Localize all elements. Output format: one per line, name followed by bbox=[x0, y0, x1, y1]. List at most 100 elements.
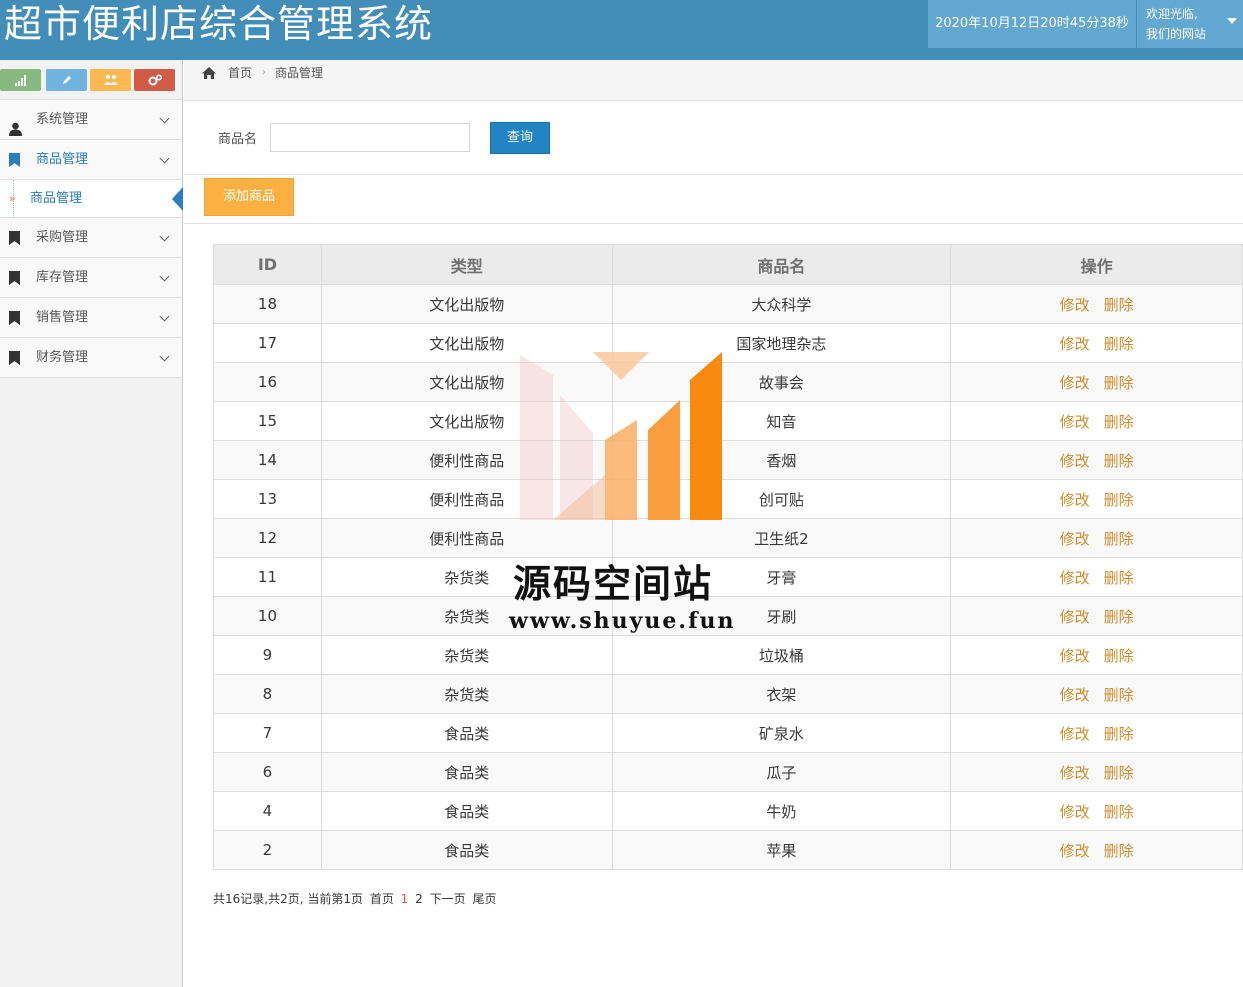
sidebar-subitem-product-management[interactable]: » 商品管理 bbox=[0, 180, 183, 218]
cell-id: 2 bbox=[213, 830, 322, 870]
cogs-shortcut-button[interactable] bbox=[134, 69, 175, 91]
caret-down-icon bbox=[1227, 18, 1237, 24]
edit-link[interactable]: 修改 bbox=[1060, 491, 1090, 509]
sidebar-item-sales[interactable]: 销售管理 bbox=[0, 298, 182, 338]
column-header-name: 商品名 bbox=[611, 244, 952, 285]
table-row: 4 食品类 牛奶 修改 删除 bbox=[213, 791, 1243, 831]
table-row: 12 便利性商品 卫生纸2 修改 删除 bbox=[213, 518, 1243, 558]
cell-actions: 修改 删除 bbox=[950, 401, 1243, 441]
pencil-shortcut-button[interactable] bbox=[46, 69, 87, 91]
edit-link[interactable]: 修改 bbox=[1060, 569, 1090, 587]
signal-shortcut-button[interactable] bbox=[0, 69, 41, 91]
delete-link[interactable]: 删除 bbox=[1104, 647, 1134, 665]
cell-actions: 修改 删除 bbox=[950, 323, 1243, 363]
table-row: 7 食品类 矿泉水 修改 删除 bbox=[213, 713, 1243, 753]
app-title: 超市便利店综合管理系统 bbox=[4, 2, 434, 46]
breadcrumb-home-link[interactable]: 首页 bbox=[228, 60, 252, 86]
edit-link[interactable]: 修改 bbox=[1060, 296, 1090, 314]
sidebar-item-label: 财务管理 bbox=[36, 350, 89, 365]
delete-link[interactable]: 删除 bbox=[1104, 452, 1134, 470]
cell-id: 7 bbox=[213, 713, 322, 753]
sidebar-item-finance[interactable]: 财务管理 bbox=[0, 338, 182, 378]
delete-link[interactable]: 删除 bbox=[1104, 725, 1134, 743]
cell-type: 食品类 bbox=[320, 752, 613, 792]
cell-actions: 修改 删除 bbox=[950, 440, 1243, 480]
cell-id: 4 bbox=[213, 791, 322, 831]
edit-link[interactable]: 修改 bbox=[1060, 803, 1090, 821]
last-page-link[interactable]: 尾页 bbox=[472, 892, 496, 906]
edit-link[interactable]: 修改 bbox=[1060, 647, 1090, 665]
delete-link[interactable]: 删除 bbox=[1104, 608, 1134, 626]
cell-actions: 修改 删除 bbox=[950, 635, 1243, 675]
table-row: 13 便利性商品 创可贴 修改 删除 bbox=[213, 479, 1243, 519]
sidebar-item-label: 销售管理 bbox=[36, 310, 89, 325]
delete-link[interactable]: 删除 bbox=[1104, 686, 1134, 704]
sidebar-item-inventory[interactable]: 库存管理 bbox=[0, 258, 182, 298]
edit-link[interactable]: 修改 bbox=[1060, 686, 1090, 704]
cell-name: 香烟 bbox=[611, 440, 952, 480]
add-product-button[interactable]: 添加商品 bbox=[204, 178, 294, 216]
cell-name: 衣架 bbox=[611, 674, 952, 714]
sidebar-item-products[interactable]: 商品管理 bbox=[0, 140, 182, 180]
cell-id: 9 bbox=[213, 635, 322, 675]
table-row: 15 文化出版物 知音 修改 删除 bbox=[213, 401, 1243, 441]
delete-link[interactable]: 删除 bbox=[1104, 335, 1134, 353]
table-body: 18 文化出版物 大众科学 修改 删除 17 文化出版物 国家地理杂志 修改 删除 16 文化出版物故… bbox=[213, 284, 1243, 870]
cell-id: 15 bbox=[213, 401, 322, 441]
sidebar-item-system[interactable]: 系统管理 bbox=[0, 100, 182, 140]
query-button[interactable]: 查询 bbox=[490, 122, 550, 154]
delete-link[interactable]: 删除 bbox=[1104, 842, 1134, 860]
page-1-link[interactable]: 1 bbox=[401, 892, 409, 906]
table-header-row: ID 类型 商品名 操作 bbox=[213, 244, 1243, 285]
cogs-icon bbox=[148, 74, 162, 86]
cell-actions: 修改 删除 bbox=[950, 518, 1243, 558]
delete-link[interactable]: 删除 bbox=[1104, 764, 1134, 782]
cell-type: 文化出版物 bbox=[320, 401, 613, 441]
users-shortcut-button[interactable] bbox=[90, 69, 131, 91]
delete-link[interactable]: 删除 bbox=[1104, 569, 1134, 587]
cell-id: 6 bbox=[213, 752, 322, 792]
watermark-url: www.shuyue.fun bbox=[509, 608, 736, 634]
edit-link[interactable]: 修改 bbox=[1060, 764, 1090, 782]
delete-link[interactable]: 删除 bbox=[1104, 530, 1134, 548]
table-row: 11 杂货类 牙膏 修改 删除 bbox=[213, 557, 1243, 597]
bookmark-icon bbox=[9, 311, 21, 325]
edit-link[interactable]: 修改 bbox=[1060, 842, 1090, 860]
cell-id: 10 bbox=[213, 596, 322, 636]
first-page-link[interactable]: 首页 bbox=[370, 892, 394, 906]
edit-link[interactable]: 修改 bbox=[1060, 335, 1090, 353]
cell-actions: 修改 删除 bbox=[950, 674, 1243, 714]
page-2-link[interactable]: 2 bbox=[415, 892, 423, 906]
sidebar: 系统管理 商品管理 » 商品管理 采购管理 库存管理 销售管理 财务管理 bbox=[0, 60, 183, 987]
cell-name: 知音 bbox=[611, 401, 952, 441]
product-name-search-input[interactable] bbox=[270, 123, 470, 152]
column-header-actions: 操作 bbox=[950, 244, 1243, 285]
delete-link[interactable]: 删除 bbox=[1104, 491, 1134, 509]
delete-link[interactable]: 删除 bbox=[1104, 374, 1134, 392]
edit-link[interactable]: 修改 bbox=[1060, 413, 1090, 431]
products-table: ID 类型 商品名 操作 18 文化出版物 大众科学 修改 删除 17 文化出版物 国家地理杂… bbox=[213, 244, 1243, 870]
edit-link[interactable]: 修改 bbox=[1060, 530, 1090, 548]
table-row: 14 便利性商品 香烟 修改 删除 bbox=[213, 440, 1243, 480]
delete-link[interactable]: 删除 bbox=[1104, 803, 1134, 821]
edit-link[interactable]: 修改 bbox=[1060, 725, 1090, 743]
chevron-down-icon bbox=[159, 231, 170, 242]
sidebar-item-purchasing[interactable]: 采购管理 bbox=[0, 218, 182, 258]
cell-actions: 修改 删除 bbox=[950, 557, 1243, 597]
next-page-link[interactable]: 下一页 bbox=[430, 892, 466, 906]
edit-link[interactable]: 修改 bbox=[1060, 374, 1090, 392]
edit-link[interactable]: 修改 bbox=[1060, 608, 1090, 626]
sidebar-shortcuts bbox=[0, 60, 182, 100]
cell-type: 文化出版物 bbox=[320, 362, 613, 402]
bookmark-icon bbox=[9, 231, 21, 245]
cell-actions: 修改 删除 bbox=[950, 362, 1243, 402]
edit-link[interactable]: 修改 bbox=[1060, 452, 1090, 470]
cell-name: 卫生纸2 bbox=[611, 518, 952, 558]
bookmark-icon bbox=[9, 351, 21, 365]
delete-link[interactable]: 删除 bbox=[1104, 296, 1134, 314]
top-navbar: 超市便利店综合管理系统 2020年10月12日20时45分38秒 欢迎光临, 我… bbox=[0, 0, 1243, 60]
user-menu[interactable]: 欢迎光临, 我们的网站 bbox=[1137, 0, 1243, 48]
cell-type: 便利性商品 bbox=[320, 518, 613, 558]
delete-link[interactable]: 删除 bbox=[1104, 413, 1134, 431]
sidebar-subitem-label: 商品管理 bbox=[30, 191, 83, 206]
